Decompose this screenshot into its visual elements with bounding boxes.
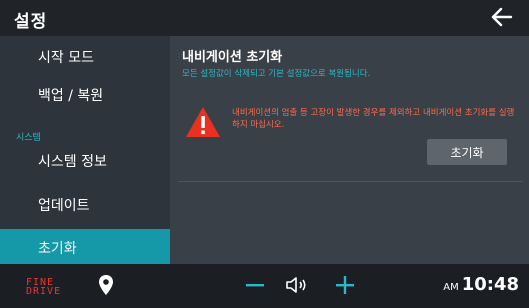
bottom-bar: FINE DRIVE AM 10:48	[0, 264, 529, 308]
clock-ampm: AM	[443, 282, 459, 293]
fine-drive-logo[interactable]: FINE DRIVE	[26, 278, 61, 297]
sidebar-item-update[interactable]: 업데이트	[0, 188, 170, 220]
sidebar-item-label: 초기화	[38, 241, 77, 257]
sidebar-item-start-mode[interactable]: 시작 모드	[0, 40, 170, 72]
sidebar-item-system-info[interactable]: 시스템 정보	[0, 144, 170, 176]
clock-time: 10:48	[461, 274, 519, 295]
divider	[178, 181, 523, 182]
volume-up-icon[interactable]	[334, 274, 356, 296]
sidebar-item-backup-restore[interactable]: 백업 / 복원	[0, 78, 170, 110]
location-pin-icon[interactable]	[98, 274, 114, 296]
sidebar-item-label: 업데이트	[38, 198, 90, 214]
speaker-icon[interactable]	[284, 274, 310, 296]
volume-down-icon[interactable]	[244, 274, 266, 296]
section-title: 내비게이션 초기화	[182, 50, 283, 65]
page-title: 설정	[14, 12, 48, 32]
sidebar: 시작 모드 백업 / 복원 시스템 시스템 정보 업데이트 초기화	[0, 36, 170, 264]
warning-icon	[186, 107, 220, 137]
section-subtitle: 모든 설정값이 삭제되고 기본 설정값으로 복원됩니다.	[182, 69, 371, 79]
main-panel: 내비게이션 초기화 모든 설정값이 삭제되고 기본 설정값으로 복원됩니다. 내…	[170, 36, 529, 264]
sidebar-item-label: 백업 / 복원	[38, 88, 104, 104]
reset-button[interactable]: 초기화	[427, 139, 507, 165]
sidebar-item-label: 시스템 정보	[38, 154, 107, 170]
back-arrow-icon[interactable]	[489, 4, 515, 30]
warning-message: 내비게이션의 엄출 등 고장이 발생한 경우를 제외하고 내비게이션 초기화를 …	[232, 108, 515, 130]
header-bar: 설정	[0, 0, 529, 36]
sidebar-item-label: 시작 모드	[38, 50, 94, 66]
sidebar-section-system: 시스템	[16, 133, 41, 143]
sidebar-item-reset[interactable]: 초기화	[0, 229, 170, 264]
clock: AM 10:48	[443, 274, 519, 295]
